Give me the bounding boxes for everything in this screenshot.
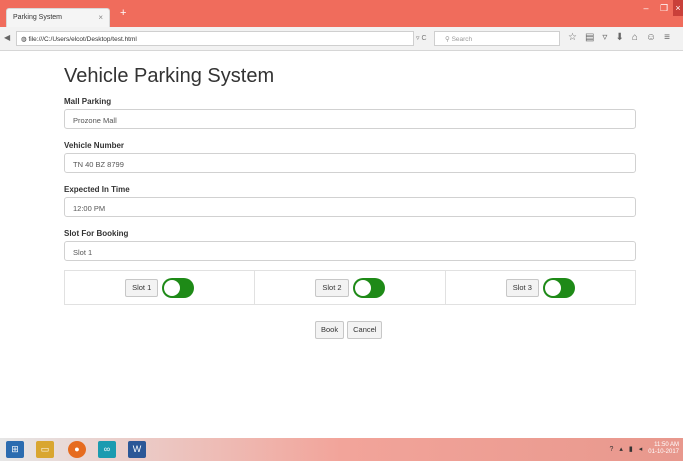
clock[interactable]: 11:50 AM 01-10-2017	[648, 442, 679, 456]
slot-3-toggle[interactable]	[542, 277, 575, 298]
slot-for-booking-input[interactable]: Slot 1	[64, 241, 636, 261]
toggle-knob	[544, 279, 561, 296]
form-actions: Book Cancel	[315, 321, 383, 339]
vehicle-number-label: Vehicle Number	[64, 141, 125, 150]
window-controls: – ❐ ×	[637, 0, 683, 27]
arduino-icon[interactable]: ∞	[98, 441, 116, 458]
slot-2-button[interactable]: Slot 2	[315, 278, 349, 297]
system-tray: ? ▴ ▮ ◂ 11:50 AM 01-10-2017	[610, 442, 680, 456]
tab-bar: Parking System × + – ❐ ×	[0, 0, 683, 27]
book-button[interactable]: Book	[315, 321, 345, 339]
account-icon[interactable]: ☺	[646, 32, 656, 43]
page-content: Vehicle Parking System Mall Parking Proz…	[64, 51, 638, 438]
page-title: Vehicle Parking System	[64, 65, 275, 87]
minimize-icon[interactable]: –	[637, 0, 655, 16]
slot-cell: Slot 1	[65, 271, 256, 304]
address-bar[interactable]: ◍ file:///C:/Users/elcot/Desktop/test.ht…	[16, 31, 414, 46]
search-icon: ⚲	[445, 36, 452, 43]
toolbar-icons: ☆ ▤ ▿ ⬇ ⌂ ☺ ≡	[568, 32, 670, 43]
slot-3-button[interactable]: Slot 3	[505, 278, 539, 297]
expected-in-time-input[interactable]: 12:00 PM	[64, 197, 636, 217]
file-explorer-icon[interactable]: ▭	[36, 441, 54, 458]
home-icon[interactable]: ⌂	[632, 32, 638, 43]
slot-table: Slot 1 Slot 2 Slot 3	[64, 270, 636, 305]
maximize-icon[interactable]: ❐	[655, 0, 673, 16]
slot-cell: Slot 3	[446, 271, 635, 304]
reload-icon[interactable]: ▿ C	[416, 34, 427, 42]
back-icon[interactable]: ◀	[4, 33, 10, 42]
word-icon[interactable]: W	[128, 441, 146, 458]
slot-1-toggle[interactable]	[162, 277, 195, 298]
volume-icon[interactable]: ◂	[639, 445, 643, 453]
bookmark-star-icon[interactable]: ☆	[568, 32, 577, 43]
pocket-icon[interactable]: ▿	[602, 32, 607, 43]
tab-parking-system[interactable]: Parking System ×	[6, 8, 110, 27]
clock-date: 01-10-2017	[648, 449, 679, 455]
expected-in-time-label: Expected In Time	[64, 185, 130, 194]
nav-bar: ◀ ◍ file:///C:/Users/elcot/Desktop/test.…	[0, 27, 683, 51]
url-text: file:///C:/Users/elcot/Desktop/test.html	[28, 36, 137, 43]
new-tab-icon[interactable]: +	[120, 7, 126, 19]
help-icon[interactable]: ?	[610, 446, 614, 453]
tab-title: Parking System	[13, 14, 63, 21]
vehicle-number-input[interactable]: TN 40 BZ 8799	[64, 153, 636, 173]
tray-arrow-icon[interactable]: ▴	[619, 445, 623, 453]
download-icon[interactable]: ⬇	[615, 32, 623, 43]
clock-time: 11:50 AM	[654, 442, 679, 448]
browser-window: Parking System × + – ❐ × ◀ ◍ file:///C:/…	[0, 0, 683, 461]
mall-parking-label: Mall Parking	[64, 97, 112, 106]
toggle-knob	[354, 279, 371, 296]
search-placeholder: Search	[451, 36, 473, 43]
close-window-icon[interactable]: ×	[673, 0, 683, 16]
taskbar: ⊞ ▭ ● ∞ W ? ▴ ▮ ◂ 11:50 AM 01-10-2017	[0, 438, 683, 461]
tab-close-icon[interactable]: ×	[98, 13, 103, 22]
toggle-knob	[164, 279, 181, 296]
start-icon[interactable]: ⊞	[6, 441, 24, 458]
menu-icon[interactable]: ≡	[664, 32, 670, 43]
slot-1-button[interactable]: Slot 1	[125, 278, 159, 297]
search-input[interactable]: ⚲ Search	[434, 31, 560, 46]
slot-cell: Slot 2	[255, 271, 446, 304]
cancel-button[interactable]: Cancel	[347, 321, 383, 339]
slot-2-toggle[interactable]	[352, 277, 385, 298]
slot-for-booking-label: Slot For Booking	[64, 229, 129, 238]
reading-list-icon[interactable]: ▤	[585, 32, 594, 43]
network-icon[interactable]: ▮	[629, 445, 633, 453]
firefox-icon[interactable]: ●	[68, 441, 86, 458]
mall-parking-input[interactable]: Prozone Mall	[64, 109, 636, 129]
